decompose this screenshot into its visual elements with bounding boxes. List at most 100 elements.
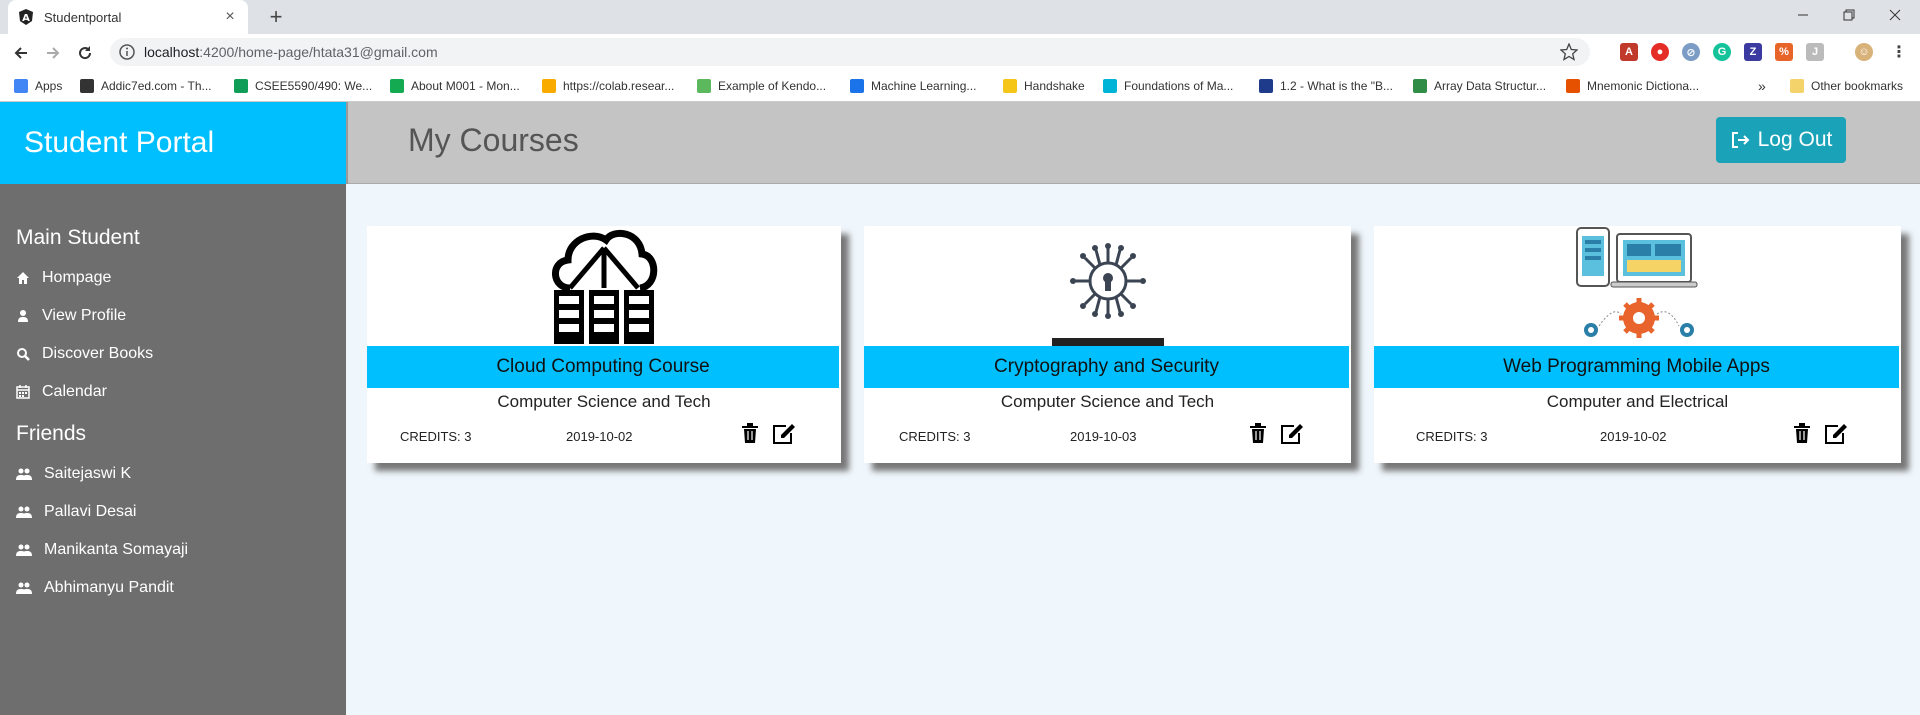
sidebar-item-homepage[interactable]: Hompage: [16, 269, 111, 287]
friend-name: Manikanta Somayaji: [44, 541, 189, 558]
back-button[interactable]: [8, 40, 34, 66]
cloud-computing-icon: [552, 229, 658, 344]
bookmark-item[interactable]: Handshake: [1003, 77, 1085, 95]
bookmark-item[interactable]: 1.2 - What is the "B...: [1259, 77, 1393, 95]
bookmark-item[interactable]: CSEE5590/490: We...: [234, 77, 372, 95]
bookmark-item[interactable]: Addic7ed.com - Th...: [80, 77, 212, 95]
bookmark-label: CSEE5590/490: We...: [255, 79, 373, 93]
more-bookmarks-button[interactable]: »: [1758, 77, 1766, 95]
course-image: [367, 226, 841, 346]
users-icon: [16, 506, 32, 518]
sign-out-icon: [1731, 132, 1750, 148]
course-title: Web Programming Mobile Apps: [1374, 346, 1899, 388]
bookmark-label: Machine Learning...: [871, 79, 977, 93]
angular-icon: A: [19, 9, 33, 25]
course-credits: CREDITS: 3: [400, 429, 472, 444]
bookmark-item[interactable]: Foundations of Ma...: [1103, 77, 1233, 95]
browser-tab-strip: A Studentportal × +: [0, 0, 1920, 34]
course-image: [864, 226, 1351, 346]
course-department: Computer Science and Tech: [497, 392, 711, 411]
bookmark-item[interactable]: About M001 - Mon...: [390, 77, 520, 95]
friend-item-abhimanyu[interactable]: Abhimanyu Pandit: [16, 579, 174, 597]
header-divider: [346, 102, 348, 184]
bookmark-item[interactable]: Apps: [14, 77, 62, 95]
bookmark-label: About M001 - Mon...: [411, 79, 520, 93]
svg-text:A: A: [22, 13, 30, 24]
bookmark-item[interactable]: Array Data Structur...: [1413, 77, 1546, 95]
address-toolbar: localhost:4200/home-page/htata31@gmail.c…: [0, 34, 1920, 70]
users-icon: [16, 582, 32, 594]
bookmark-item[interactable]: https://colab.resear...: [542, 77, 674, 95]
users-icon: [16, 544, 32, 556]
course-title: Cryptography and Security: [864, 346, 1349, 388]
close-window-button[interactable]: [1872, 0, 1918, 30]
extension-icon[interactable]: J: [1806, 43, 1824, 61]
sidebar-item-label: Calendar: [42, 383, 107, 400]
sidebar-heading-main: Main Student: [16, 226, 140, 249]
friend-item-pallavi[interactable]: Pallavi Desai: [16, 503, 136, 521]
folder-icon: [1790, 79, 1804, 93]
page-title: My Courses: [408, 122, 579, 158]
url-path: :4200/home-page/htata31@gmail.com: [199, 44, 438, 60]
friend-item-manikanta[interactable]: Manikanta Somayaji: [16, 541, 188, 559]
close-tab-icon[interactable]: ×: [222, 8, 238, 26]
bookmark-label: Handshake: [1024, 79, 1085, 93]
friend-item-saitejaswi[interactable]: Saitejaswi K: [16, 465, 131, 483]
grammarly-icon[interactable]: G: [1713, 43, 1731, 61]
sidebar: Main Student Hompage View Profile Discov…: [0, 184, 346, 715]
course-credits: CREDITS: 3: [1416, 429, 1488, 444]
bookmark-favicon-icon: [390, 79, 404, 93]
bookmark-item[interactable]: Mnemonic Dictiona...: [1566, 77, 1699, 95]
pdf-extension-icon[interactable]: A: [1620, 43, 1638, 61]
bookmark-label: 1.2 - What is the "B...: [1280, 79, 1393, 93]
bookmark-item[interactable]: Example of Kendo...: [697, 77, 826, 95]
home-icon: [17, 272, 29, 284]
edit-icon[interactable]: [1824, 423, 1848, 445]
new-tab-button[interactable]: +: [262, 3, 290, 31]
sidebar-item-calendar[interactable]: Calendar: [16, 383, 107, 401]
browser-tab[interactable]: A Studentportal ×: [8, 0, 248, 34]
logout-button[interactable]: Log Out: [1716, 117, 1846, 163]
bookmark-favicon-icon: [234, 79, 248, 93]
restore-button[interactable]: [1826, 0, 1872, 30]
extension-icon[interactable]: ⊘: [1682, 43, 1700, 61]
trash-icon[interactable]: [1793, 423, 1811, 443]
bookmark-label: Mnemonic Dictiona...: [1587, 79, 1700, 93]
bookmark-star-icon[interactable]: [1560, 43, 1578, 61]
course-card[interactable]: Cryptography and Security Computer Scien…: [864, 226, 1351, 463]
bookmark-favicon-icon: [1259, 79, 1273, 93]
trash-icon[interactable]: [741, 423, 759, 443]
user-icon: [18, 310, 28, 322]
other-bookmarks-folder[interactable]: Other bookmarks: [1790, 77, 1903, 95]
sidebar-item-discover-books[interactable]: Discover Books: [16, 345, 153, 363]
edit-icon[interactable]: [772, 423, 796, 445]
url-bar[interactable]: localhost:4200/home-page/htata31@gmail.c…: [110, 38, 1590, 66]
bookmark-item[interactable]: Machine Learning...: [850, 77, 976, 95]
info-icon[interactable]: [118, 43, 136, 61]
bookmarks-bar: Apps Addic7ed.com - Th... CSEE5590/490: We…: [0, 70, 1920, 102]
sidebar-item-view-profile[interactable]: View Profile: [16, 307, 126, 325]
minimize-button[interactable]: [1780, 0, 1826, 30]
course-card[interactable]: Web Programming Mobile Apps Computer and…: [1374, 226, 1901, 463]
menu-icon[interactable]: ⋮: [1890, 43, 1908, 61]
reload-button[interactable]: [72, 40, 98, 66]
logout-label: Log Out: [1757, 128, 1833, 151]
honey-extension-icon[interactable]: %: [1775, 43, 1793, 61]
bookmark-favicon-icon: [542, 79, 556, 93]
edit-icon[interactable]: [1280, 423, 1304, 445]
course-date: 2019-10-03: [1070, 429, 1137, 444]
avatar[interactable]: ☺: [1855, 43, 1873, 61]
course-card[interactable]: Cloud Computing Course Computer Science …: [367, 226, 841, 463]
course-date: 2019-10-02: [1600, 429, 1667, 444]
bookmark-label: Addic7ed.com - Th...: [101, 79, 212, 93]
bookmark-favicon-icon: [697, 79, 711, 93]
zotero-icon[interactable]: Z: [1744, 43, 1762, 61]
course-department: Computer Science and Tech: [1000, 392, 1215, 411]
forward-button[interactable]: [40, 40, 66, 66]
course-title: Cloud Computing Course: [367, 346, 839, 388]
bookmark-favicon-icon: [1003, 79, 1017, 93]
trash-icon[interactable]: [1249, 423, 1267, 443]
bookmark-favicon-icon: [1103, 79, 1117, 93]
friend-name: Pallavi Desai: [44, 503, 137, 520]
adblock-extension-icon[interactable]: ●: [1651, 43, 1669, 61]
